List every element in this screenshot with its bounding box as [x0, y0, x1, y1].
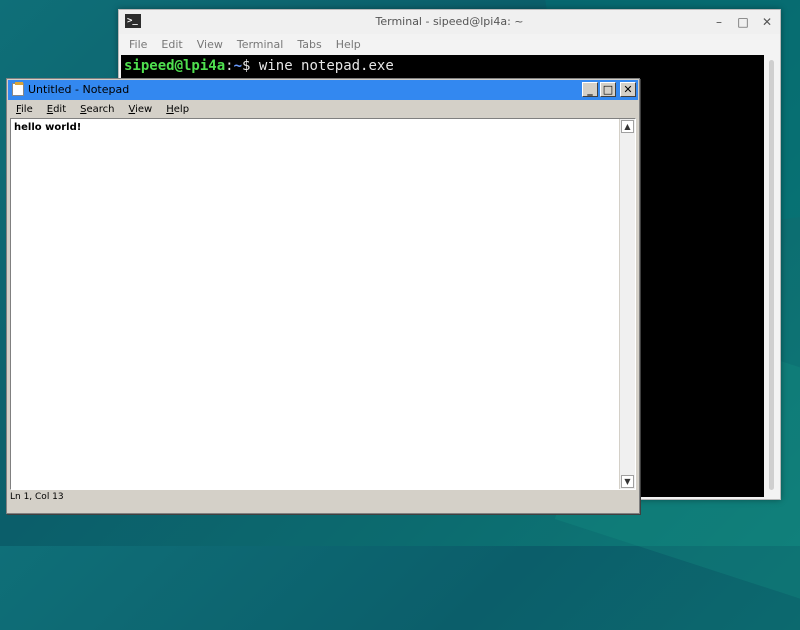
notepad-text-area[interactable]: hello world! ▲ ▼: [10, 118, 636, 490]
notepad-menu-search[interactable]: Search: [73, 102, 121, 118]
notepad-menubar: File Edit Search View Help: [9, 102, 196, 118]
notepad-menu-file[interactable]: File: [9, 102, 40, 118]
terminal-menu-terminal[interactable]: Terminal: [237, 38, 284, 51]
prompt-user: sipeed@lpi4a: [124, 58, 226, 74]
terminal-title: Terminal - sipeed@lpi4a: ~: [375, 15, 524, 28]
prompt-symbol: $: [242, 58, 251, 74]
terminal-titlebar[interactable]: >_ Terminal - sipeed@lpi4a: ~ – □ ✕: [119, 10, 780, 34]
notepad-maximize-button[interactable]: □: [600, 82, 616, 97]
prompt-separator: :: [225, 58, 234, 74]
terminal-close-button[interactable]: ✕: [760, 15, 774, 29]
terminal-menu-view[interactable]: View: [197, 38, 223, 51]
notepad-statusbar: Ln 1, Col 13: [10, 492, 64, 502]
notepad-title: Untitled - Notepad: [28, 83, 130, 96]
notepad-minimize-button[interactable]: _: [582, 82, 598, 97]
notepad-app-icon: [12, 82, 24, 96]
terminal-maximize-button[interactable]: □: [736, 15, 750, 29]
terminal-scrollbar-thumb[interactable]: [769, 60, 774, 490]
notepad-window[interactable]: Untitled - Notepad _ □ ✕ File Edit Searc…: [6, 78, 640, 514]
notepad-menu-help[interactable]: Help: [159, 102, 196, 118]
terminal-minimize-button[interactable]: –: [712, 15, 726, 29]
terminal-menu-file[interactable]: File: [129, 38, 147, 51]
terminal-menu-edit[interactable]: Edit: [161, 38, 182, 51]
terminal-command: wine notepad.exe: [258, 58, 394, 74]
notepad-content: hello world!: [14, 122, 82, 133]
scroll-up-icon[interactable]: ▲: [621, 120, 634, 133]
notepad-close-button[interactable]: ✕: [620, 82, 636, 97]
terminal-command-line: sipeed@lpi4a:~$ wine notepad.exe: [124, 58, 394, 74]
notepad-menu-edit[interactable]: Edit: [40, 102, 73, 118]
terminal-scrollbar[interactable]: [766, 56, 778, 496]
terminal-menu-tabs[interactable]: Tabs: [297, 38, 321, 51]
prompt-path: ~: [233, 58, 243, 74]
notepad-scrollbar[interactable]: ▲ ▼: [619, 119, 635, 489]
notepad-titlebar[interactable]: Untitled - Notepad _ □ ✕: [8, 80, 638, 100]
terminal-menu-help[interactable]: Help: [336, 38, 361, 51]
scroll-down-icon[interactable]: ▼: [621, 475, 634, 488]
terminal-menubar: File Edit View Terminal Tabs Help: [119, 34, 780, 54]
notepad-menu-view[interactable]: View: [122, 102, 160, 118]
